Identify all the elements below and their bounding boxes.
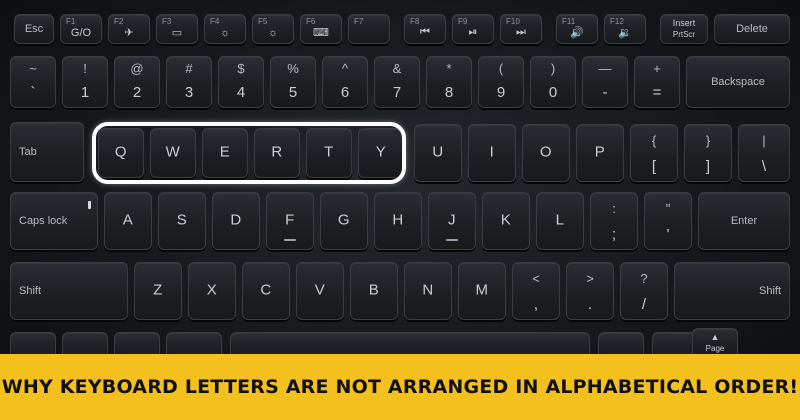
key-j: J: [428, 192, 476, 250]
key-6: ^ 6: [322, 56, 368, 108]
brightness-down-icon: ☼: [219, 27, 231, 39]
key-f12: F12 🔉: [604, 14, 646, 44]
key-2: @2: [114, 56, 160, 108]
key-k: K: [482, 192, 530, 250]
headline-banner: Why Keyboard Letters Are Not Arranged In…: [0, 354, 800, 420]
key-f10: F10 ⏭: [500, 14, 542, 44]
key-insert: Insert PrtScr: [660, 14, 708, 44]
key-b: B: [350, 262, 398, 320]
arrow-up-icon: ▲: [710, 332, 720, 342]
home-key-bump: [284, 239, 296, 241]
caps-lock-indicator: [88, 201, 91, 209]
display-icon: ▭: [171, 27, 183, 39]
key-x: X: [188, 262, 236, 320]
brightness-up-icon: ☼: [267, 27, 279, 39]
key-backslash: | \: [738, 124, 790, 182]
key-g: G: [320, 192, 368, 250]
key-semicolon: :;: [590, 192, 638, 250]
key-h: H: [374, 192, 422, 250]
key-f1: F1 G/O: [60, 14, 102, 44]
key-1: ! 1: [62, 56, 108, 108]
key-d: D: [212, 192, 260, 250]
key-i: I: [468, 124, 516, 182]
key-a: A: [104, 192, 152, 250]
key-period: >.: [566, 262, 614, 320]
key-o: O: [522, 124, 570, 182]
key-minus: — -: [582, 56, 628, 108]
airplane-icon: ✈: [124, 27, 134, 39]
key-f11: F11 🔊: [556, 14, 598, 44]
key-f9: F9 ⏯: [452, 14, 494, 44]
key-s: S: [158, 192, 206, 250]
key-8: * 8: [426, 56, 472, 108]
key-p: P: [576, 124, 624, 182]
previous-track-icon: ⏮: [420, 26, 430, 38]
key-slash: ? /: [620, 262, 668, 320]
key-5: % 5: [270, 56, 316, 108]
home-key-bump: [446, 239, 458, 241]
key-delete: Delete: [714, 14, 790, 44]
keyboard-photo: Esc F1 G/O F2 ✈ F3 ▭ F4 ☼ F5 ☼ F6 ⌨ F7 F8 ⏮ F9 ⏯…: [0, 0, 800, 420]
key-f3: F3 ▭: [156, 14, 198, 44]
play-pause-icon: ⏯: [468, 26, 478, 38]
key-equals: + =: [634, 56, 680, 108]
key-v: V: [296, 262, 344, 320]
key-esc: Esc: [14, 14, 54, 44]
key-0: ) 0: [530, 56, 576, 108]
key-shift-right: Shift: [674, 262, 790, 320]
key-backtick: ~ `: [10, 56, 56, 108]
key-f8: F8 ⏮: [404, 14, 446, 44]
key-3: #3: [166, 56, 212, 108]
key-f2: F2 ✈: [108, 14, 150, 44]
key-f7: F7: [348, 14, 390, 44]
next-track-icon: ⏭: [516, 26, 526, 38]
key-right-bracket: }]: [684, 124, 732, 182]
volume-down-icon: 🔉: [618, 27, 632, 39]
keyboard-backlight-icon: ⌨: [313, 27, 329, 39]
headline-text: Why Keyboard Letters Are Not Arranged In…: [1, 376, 799, 398]
key-shift-left: Shift: [10, 262, 128, 320]
key-f: F: [266, 192, 314, 250]
key-caps-lock: Caps lock: [10, 192, 98, 250]
key-4: $4: [218, 56, 264, 108]
key-z: Z: [134, 262, 182, 320]
key-n: N: [404, 262, 452, 320]
key-tab: Tab: [10, 122, 84, 182]
key-backspace: Backspace: [686, 56, 790, 108]
key-m: M: [458, 262, 506, 320]
key-comma: <,: [512, 262, 560, 320]
key-left-bracket: {[: [630, 124, 678, 182]
key-u: U: [414, 124, 462, 182]
key-c: C: [242, 262, 290, 320]
key-enter: Enter: [698, 192, 790, 250]
key-f4: F4 ☼: [204, 14, 246, 44]
key-l: L: [536, 192, 584, 250]
key-quote: " ': [644, 192, 692, 250]
key-f6: F6 ⌨: [300, 14, 342, 44]
key-7: & 7: [374, 56, 420, 108]
key-9: (9: [478, 56, 524, 108]
qwerty-highlight-outline: [92, 122, 406, 184]
key-f5: F5 ☼: [252, 14, 294, 44]
volume-up-icon: 🔊: [570, 27, 584, 39]
